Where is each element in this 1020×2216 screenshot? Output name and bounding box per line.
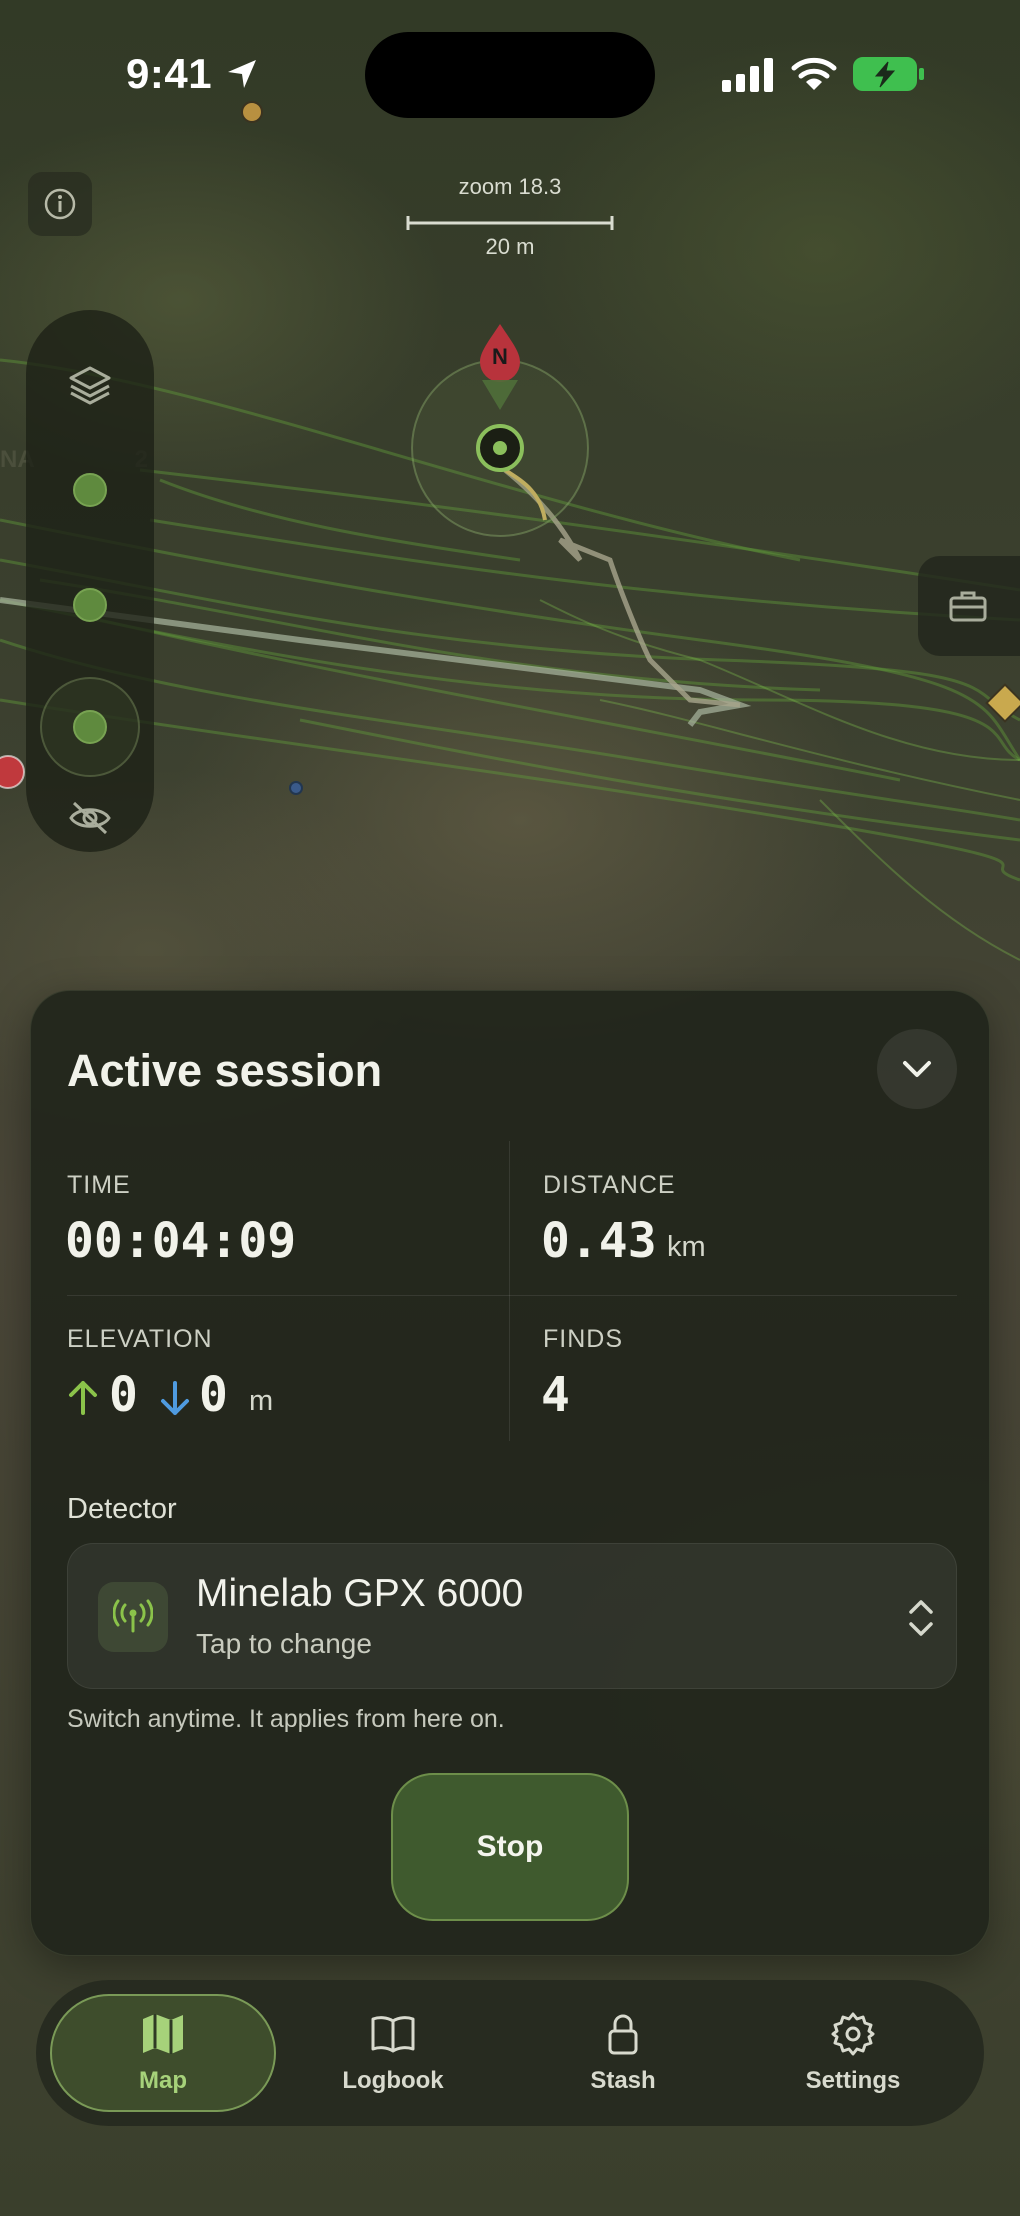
briefcase-icon [949, 591, 987, 622]
arrow-up-icon [69, 1381, 97, 1415]
tab-logbook[interactable]: Logbook [280, 1994, 506, 2112]
distance-value: 0.43 [541, 1213, 657, 1269]
layer-option-1[interactable] [26, 455, 154, 525]
tab-stash[interactable]: Stash [510, 1994, 736, 2112]
gear-icon [831, 2012, 875, 2056]
layer-dot [73, 588, 107, 622]
layer-option-2[interactable] [26, 570, 154, 640]
info-button[interactable] [28, 172, 92, 236]
status-time: 9:41 [126, 50, 213, 97]
eye-slash-icon [69, 801, 111, 835]
finds-value: 4 [541, 1367, 570, 1423]
stop-button[interactable]: Stop [391, 1773, 629, 1921]
elevation-down-value: 0 [199, 1367, 228, 1423]
elevation-up-value: 0 [109, 1367, 138, 1423]
distance-label: DISTANCE [543, 1171, 676, 1199]
zoom-level: zoom 18.3 [458, 174, 562, 199]
tab-bar: Map Logbook Stash Settings [36, 1980, 984, 2126]
scale-bar [406, 216, 614, 230]
distance-unit: km [667, 1231, 706, 1263]
map-icon [143, 2014, 183, 2054]
time-value: 00:04:09 [65, 1213, 297, 1269]
sheet-title: Active session [67, 1045, 383, 1096]
layer-dot [73, 710, 107, 744]
detector-hint: Switch anytime. It applies from here on. [67, 1705, 505, 1733]
tab-map[interactable]: Map [50, 1994, 276, 2112]
compass-north-label: N [492, 344, 508, 369]
tab-settings[interactable]: Settings [740, 1994, 966, 2112]
compass[interactable]: N [472, 320, 528, 410]
layer-option-3-selected[interactable] [26, 672, 154, 782]
detector-subtitle: Tap to change [196, 1628, 372, 1659]
detector-name: Minelab GPX 6000 [196, 1572, 524, 1615]
status-bar: 9:41 [0, 0, 1020, 150]
time-label: TIME [67, 1171, 131, 1199]
current-position-marker [476, 424, 524, 472]
tab-label-logbook: Logbook [342, 2067, 444, 2094]
battery-charging-icon [853, 57, 924, 91]
location-arrow-icon [228, 60, 256, 88]
book-icon [371, 2016, 415, 2053]
hide-layers-button[interactable] [26, 790, 154, 846]
detector-icon-badge [98, 1582, 168, 1652]
active-session-sheet: Active session TIME 00:04:09 DISTANCE 0.… [30, 990, 990, 1956]
info-icon [44, 188, 76, 220]
collapse-button[interactable] [877, 1029, 957, 1109]
map-scale: zoom 18.3 20 m [400, 174, 620, 264]
chevron-down-icon [903, 1061, 931, 1077]
cellular-signal-icon [722, 58, 773, 92]
arrow-down-icon [161, 1381, 189, 1415]
stats-divider-horizontal [67, 1295, 957, 1296]
layers-icon [69, 366, 111, 405]
layers-button[interactable] [26, 350, 154, 420]
antenna-signal-icon [113, 1599, 153, 1633]
scale-distance: 20 m [485, 234, 535, 259]
elevation-unit: m [249, 1385, 274, 1417]
wifi-icon [791, 57, 837, 90]
tab-label-map: Map [139, 2067, 187, 2094]
elevation-label: ELEVATION [67, 1325, 213, 1353]
stats-divider-vertical [509, 1141, 510, 1441]
dynamic-island [365, 32, 655, 118]
tab-label-stash: Stash [590, 2067, 656, 2094]
lock-icon [608, 2014, 638, 2055]
finds-label: FINDS [543, 1325, 623, 1353]
toolbox-button[interactable] [918, 556, 1020, 656]
layer-dot [73, 473, 107, 507]
tab-label-settings: Settings [805, 2067, 901, 2094]
detector-section-label: Detector [67, 1493, 177, 1525]
layer-rail [26, 310, 154, 852]
detector-selector[interactable]: Minelab GPX 6000 Tap to change [67, 1543, 957, 1689]
chevron-up-down-icon [909, 1600, 933, 1636]
